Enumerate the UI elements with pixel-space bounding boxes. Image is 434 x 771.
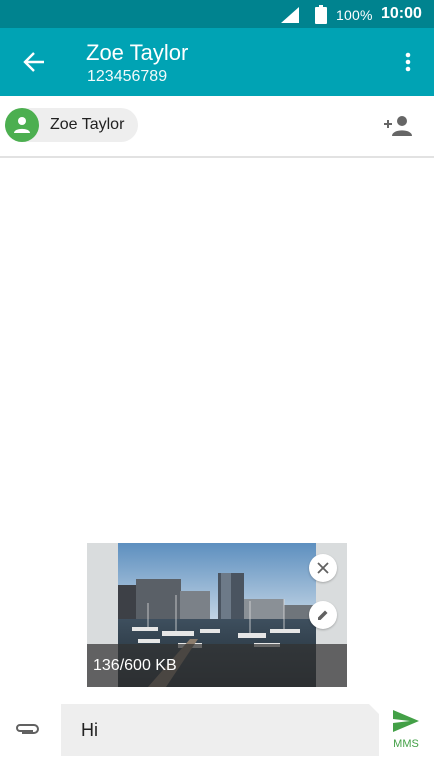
battery-icon [315, 5, 327, 24]
send-icon [393, 710, 419, 732]
send-mode-label: MMS [393, 738, 419, 750]
more-vert-icon [405, 52, 411, 72]
attach-button[interactable] [10, 715, 44, 743]
send-button[interactable]: MMS [386, 705, 426, 751]
add-contact-button[interactable] [382, 112, 414, 140]
signal-icon [281, 7, 299, 23]
image-attachment[interactable]: 136/600 KB [87, 543, 347, 687]
attachment-size-label: 136/600 KB [93, 657, 177, 674]
conversation-title: Zoe Taylor [86, 40, 189, 65]
attachment-size-bar: 136/600 KB [87, 644, 347, 687]
conversation-phone-number: 123456789 [87, 68, 168, 85]
more-options-button[interactable] [394, 46, 422, 78]
recipient-chip[interactable]: Zoe Taylor [5, 108, 139, 142]
message-field[interactable]: Hi [61, 704, 379, 756]
close-icon [317, 562, 329, 574]
status-time: 10:00 [381, 5, 422, 22]
edit-attachment-button[interactable] [309, 601, 337, 629]
paperclip-icon [16, 724, 39, 734]
message-composer: Hi MMS [0, 697, 434, 771]
person-icon [14, 117, 30, 133]
recipient-row: Zoe Taylor [0, 96, 434, 158]
recipient-chip-label: Zoe Taylor [50, 116, 125, 133]
app-bar: Zoe Taylor 123456789 [0, 28, 434, 96]
message-text: Hi [81, 720, 98, 740]
avatar [5, 108, 39, 142]
pencil-icon [318, 610, 328, 620]
battery-percent: 100% [336, 7, 373, 23]
status-bar: 100% 10:00 [0, 0, 434, 28]
remove-attachment-button[interactable] [309, 554, 337, 582]
back-arrow-icon [23, 52, 44, 72]
back-button[interactable] [14, 44, 54, 80]
message-field-corner [369, 704, 379, 714]
person-add-icon [384, 116, 412, 136]
